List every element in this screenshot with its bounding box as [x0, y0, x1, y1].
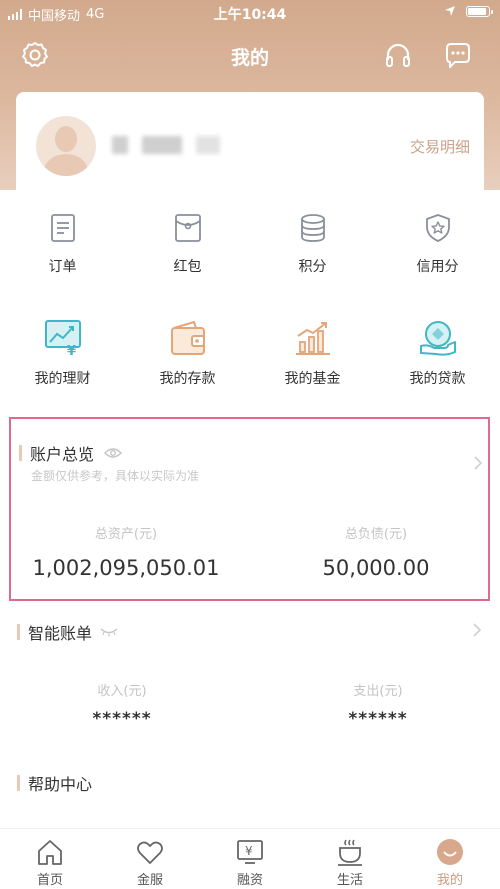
help-center-title: 帮助中心: [28, 775, 93, 794]
service-label: 红包: [173, 259, 202, 275]
total-assets-value: 1,002,095,050.01: [32, 556, 220, 580]
svg-text:¥: ¥: [245, 844, 253, 858]
total-assets: 总资产(元) 1,002,095,050.01: [31, 523, 221, 580]
page-title: 我的: [230, 47, 269, 69]
chevron-right-icon[interactable]: [472, 622, 482, 638]
tab-label: 金服: [136, 873, 163, 888]
avatar[interactable]: [36, 116, 96, 176]
service-red-envelope[interactable]: 红包: [125, 212, 250, 276]
income: 收入(元) ******: [62, 680, 182, 729]
income-caption: 收入(元): [97, 684, 147, 699]
product-label: 我的贷款: [409, 371, 466, 387]
section-accent-bar: [19, 445, 22, 461]
product-label: 我的基金: [284, 371, 341, 387]
tab-financial-services[interactable]: 金服: [100, 829, 200, 889]
redacted-block: [112, 136, 128, 154]
total-liabilities: 总负债(元) 50,000.00: [311, 523, 441, 580]
heart-icon: [137, 841, 163, 864]
product-label: 我的存款: [159, 371, 216, 387]
section-accent-bar: [17, 624, 20, 640]
status-bar: 中国移动 4G 上午10:44: [0, 0, 500, 26]
smart-bill-title: 智能账单: [28, 624, 93, 643]
total-assets-caption: 总资产(元): [94, 527, 158, 542]
section-accent-bar: [17, 775, 20, 791]
battery-icon: [466, 5, 493, 17]
svg-text:¥: ¥: [67, 344, 76, 358]
points-stack-icon: [300, 214, 325, 242]
status-time: 上午10:44: [213, 7, 287, 23]
loan-hand-icon: [419, 321, 456, 356]
expense-value: ******: [348, 709, 408, 729]
service-orders[interactable]: 订单: [0, 212, 125, 276]
tab-life[interactable]: 生活: [300, 829, 400, 889]
shield-star-icon: [425, 214, 450, 242]
products-row: ¥ 我的理财 我的存款 我的基金 我的贷款: [0, 318, 500, 388]
tab-label: 我的: [436, 873, 463, 888]
product-loan[interactable]: 我的贷款: [375, 318, 500, 388]
chat-bubble-icon[interactable]: [443, 40, 473, 70]
red-envelope-icon: [174, 214, 201, 242]
status-right: [444, 5, 493, 17]
username-redacted: [112, 136, 220, 154]
tab-label: 首页: [36, 873, 63, 888]
wealth-chart-icon: ¥: [44, 320, 81, 358]
tab-label: 生活: [336, 873, 363, 888]
services-row: 订单 红包 积分 信用分: [0, 212, 500, 276]
headset-icon[interactable]: [383, 40, 413, 70]
eye-closed-icon[interactable]: [100, 627, 118, 637]
product-deposit[interactable]: 我的存款: [125, 318, 250, 388]
account-overview-card[interactable]: 账户总览 金额仅供参考，具体以实际为准 总资产(元) 1,002,095,050…: [9, 417, 490, 601]
total-liabilities-value: 50,000.00: [322, 556, 430, 580]
redacted-block: [142, 136, 182, 154]
smart-bill-header[interactable]: 智能账单: [17, 620, 118, 644]
service-points[interactable]: 积分: [250, 212, 375, 276]
tab-financing[interactable]: ¥ 融资: [200, 829, 300, 889]
home-icon: [38, 840, 62, 865]
coffee-cup-icon: [338, 839, 362, 866]
document-icon: [50, 214, 75, 242]
redacted-block: [196, 136, 220, 154]
tab-bar: 首页 金服 ¥ 融资 生活 我的: [0, 828, 500, 889]
income-value: ******: [92, 709, 152, 729]
total-liabilities-caption: 总负债(元): [344, 527, 408, 542]
trade-detail-link[interactable]: 交易明细: [410, 136, 470, 157]
product-fund[interactable]: 我的基金: [250, 318, 375, 388]
eye-icon[interactable]: [104, 447, 123, 459]
profile-face-icon: [437, 839, 463, 865]
expense-caption: 支出(元): [353, 684, 403, 699]
service-label: 订单: [48, 259, 77, 275]
tab-home[interactable]: 首页: [0, 829, 100, 889]
account-overview-subtitle: 金额仅供参考，具体以实际为准: [31, 469, 200, 483]
tab-label: 融资: [236, 873, 263, 888]
tab-mine[interactable]: 我的: [400, 829, 500, 889]
service-label: 积分: [298, 259, 327, 275]
product-label: 我的理财: [34, 371, 91, 387]
yuan-screen-icon: ¥: [237, 840, 263, 864]
account-overview-title: 账户总览: [30, 445, 95, 464]
product-wealth[interactable]: ¥ 我的理财: [0, 318, 125, 388]
wallet-icon: [170, 320, 205, 355]
service-credit-score[interactable]: 信用分: [375, 212, 500, 276]
expense: 支出(元) ******: [318, 680, 438, 729]
location-arrow-icon: [445, 6, 455, 16]
service-label: 信用分: [416, 259, 459, 275]
fund-growth-icon: [295, 322, 330, 355]
help-center-header[interactable]: 帮助中心: [17, 771, 92, 795]
account-overview-header: 账户总览: [19, 441, 123, 465]
nav-bar: 我的: [0, 30, 500, 80]
profile-card: 交易明细: [16, 92, 484, 202]
chevron-right-icon: [474, 456, 483, 470]
